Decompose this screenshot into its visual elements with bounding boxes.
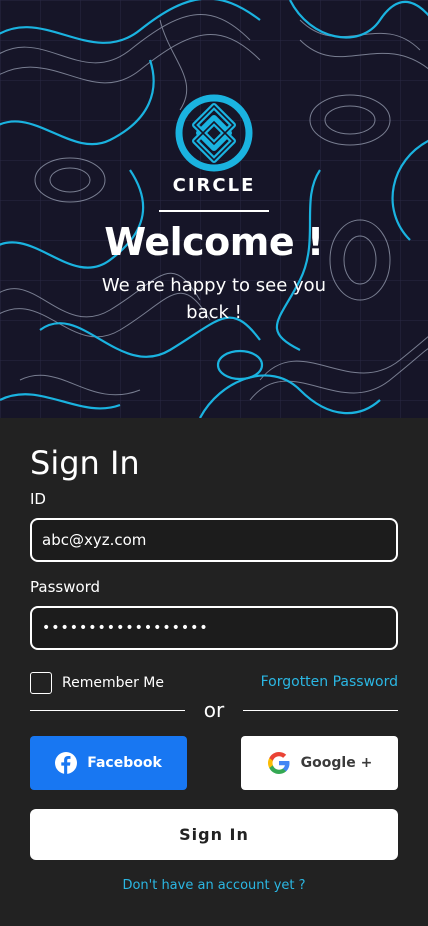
facebook-label: Facebook <box>87 755 162 771</box>
sign-in-button[interactable]: Sign In <box>30 809 398 860</box>
divider-text: or <box>203 698 225 722</box>
create-account-link[interactable]: Don't have an account yet ? <box>0 878 428 893</box>
brand-underline <box>159 210 269 212</box>
divider-right <box>243 710 398 711</box>
id-field[interactable]: abc@xyz.com <box>30 518 398 562</box>
facebook-login-button[interactable]: Facebook <box>30 736 187 790</box>
topographic-background <box>0 0 428 418</box>
logo <box>0 92 428 174</box>
google-login-button[interactable]: Google + <box>241 736 398 790</box>
id-label: ID <box>30 490 46 508</box>
welcome-tagline: We are happy to see you back ! <box>101 275 327 323</box>
password-field[interactable]: •••••••••••••••••• <box>30 606 398 650</box>
hero-banner: CIRCLE Welcome ! We are happy to see you… <box>0 0 428 418</box>
divider-left <box>30 710 185 711</box>
facebook-icon <box>55 752 78 774</box>
forgot-password-link[interactable]: Forgotten Password <box>261 674 398 690</box>
brand-name: CIRCLE <box>172 175 256 196</box>
sign-in-panel: Sign In ID abc@xyz.com Password ••••••••… <box>0 418 428 926</box>
password-label: Password <box>30 578 101 596</box>
remember-me[interactable]: Remember Me <box>30 672 164 694</box>
celtic-knot-icon <box>175 94 253 172</box>
remember-me-label: Remember Me <box>62 675 164 691</box>
page-title: Sign In <box>30 444 140 482</box>
google-icon <box>267 752 290 774</box>
google-label: Google + <box>300 755 373 771</box>
welcome-heading: Welcome ! <box>104 220 324 264</box>
remember-me-checkbox[interactable] <box>30 672 52 694</box>
